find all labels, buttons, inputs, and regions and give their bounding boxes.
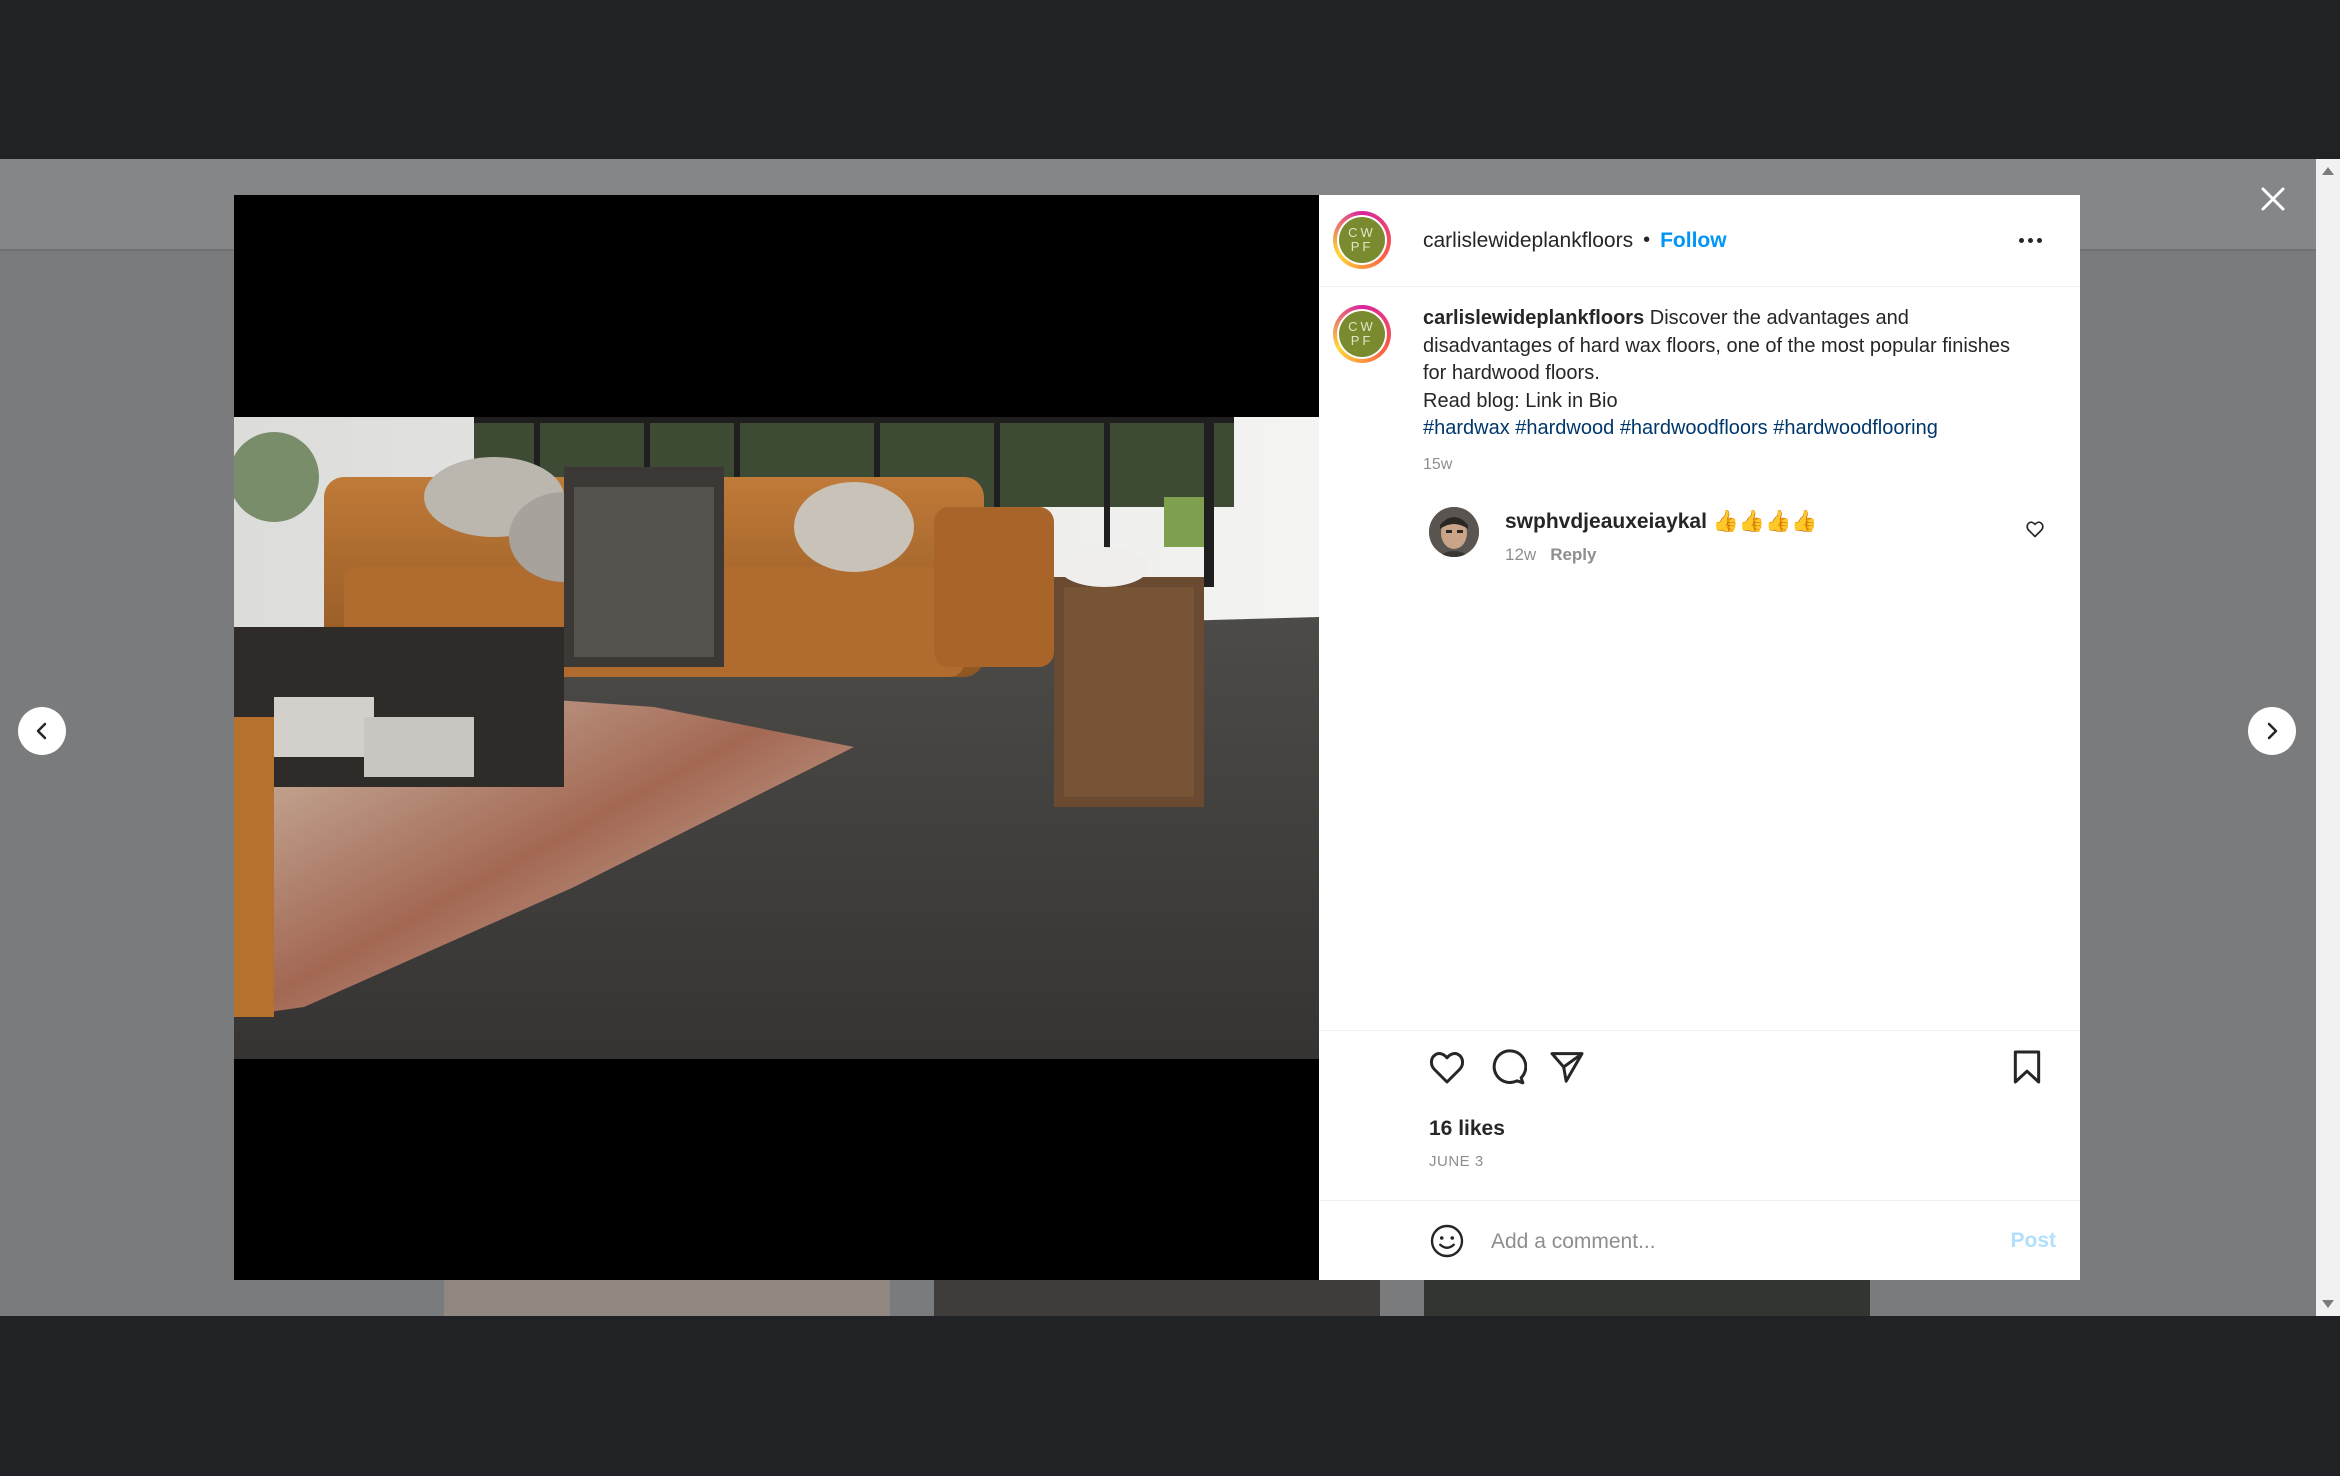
more-horizontal-icon — [2027, 237, 2033, 243]
bookmark-icon — [2013, 1050, 2041, 1084]
comment-like-button[interactable] — [2025, 519, 2045, 539]
chevron-left-icon — [36, 722, 47, 740]
more-horizontal-icon — [2036, 237, 2042, 243]
heart-icon — [2026, 521, 2044, 538]
comment-icon — [1492, 1049, 1528, 1085]
like-button[interactable] — [1427, 1047, 1467, 1087]
caption-author-avatar[interactable]: CW PF — [1333, 305, 1391, 363]
caption-text: carlislewideplankfloors Discover the adv… — [1423, 305, 2013, 478]
comment-item: swphvdjeauxeiaykal 👍👍👍👍 12w Reply — [1319, 507, 2080, 577]
close-button[interactable] — [2256, 182, 2290, 216]
avatar-logo: CW PF — [1339, 217, 1385, 263]
share-button[interactable] — [1547, 1047, 1587, 1087]
commenter-username[interactable]: swphvdjeauxeiaykal — [1505, 510, 1707, 533]
hashtag-link[interactable]: #hardwoodflooring — [1773, 417, 1938, 439]
author-avatar[interactable]: CW PF — [1333, 211, 1391, 269]
comment-text: 👍👍👍👍 — [1706, 510, 1818, 533]
next-post-button[interactable] — [2248, 707, 2296, 755]
comment-line: swphvdjeauxeiaykal 👍👍👍👍 — [1505, 507, 1817, 537]
page-scrollbar[interactable] — [2316, 159, 2340, 1316]
likes-count[interactable]: 16 likes — [1429, 1117, 1505, 1141]
commenter-photo — [1429, 507, 1479, 557]
emoji-button[interactable] — [1429, 1223, 1465, 1259]
post-media[interactable] — [234, 195, 1319, 1280]
caption-hashtags: #hardwax #hardwood #hardwoodfloors #hard… — [1423, 417, 1938, 439]
comment-meta: 12w Reply — [1505, 545, 1817, 565]
avatar-ring-inner: CW PF — [1337, 309, 1387, 359]
heart-icon — [1429, 1052, 1465, 1084]
hashtag-link[interactable]: #hardwoodfloors — [1620, 417, 1768, 439]
background-thumbnail — [934, 1275, 1380, 1316]
hashtag-link[interactable]: #hardwax — [1423, 417, 1510, 439]
comments-section[interactable]: CW PF carlislewideplankfloors Discover t… — [1319, 287, 2080, 925]
caption-blog-line: Read blog: Link in Bio — [1423, 389, 1618, 412]
post-caption: CW PF carlislewideplankfloors Discover t… — [1319, 305, 2080, 478]
avatar-initials-bottom: PF — [1350, 239, 1374, 254]
avatar-initials-bottom: PF — [1350, 333, 1374, 348]
author-username[interactable]: carlislewideplankfloors — [1423, 229, 1633, 253]
chevron-right-icon — [2267, 722, 2278, 740]
reply-button[interactable]: Reply — [1550, 545, 1596, 564]
caption-timestamp[interactable]: 15w — [1423, 451, 2013, 479]
emoji-icon — [1430, 1224, 1464, 1258]
save-button[interactable] — [2007, 1047, 2047, 1087]
comment-input[interactable] — [1489, 1223, 2033, 1261]
avatar-initials-top: CW — [1348, 319, 1376, 334]
share-icon — [1550, 1052, 1584, 1083]
background-thumbnail — [1424, 1275, 1870, 1316]
avatar-initials-top: CW — [1348, 225, 1376, 240]
post-date[interactable]: JUNE 3 — [1429, 1153, 1484, 1170]
follow-button[interactable]: Follow — [1660, 229, 1727, 253]
more-options-button[interactable] — [2010, 229, 2050, 251]
post-modal: CW PF carlislewideplankfloors • Follow C… — [234, 195, 2080, 1280]
add-comment-bar: Post — [1319, 1200, 2080, 1281]
separator-dot: • — [1643, 229, 1651, 251]
post-side-panel: CW PF carlislewideplankfloors • Follow C… — [1319, 195, 2080, 1280]
post-header: CW PF carlislewideplankfloors • Follow — [1319, 195, 2080, 287]
comment-body: swphvdjeauxeiaykal 👍👍👍👍 12w Reply — [1505, 507, 1817, 565]
previous-post-button[interactable] — [18, 707, 66, 755]
more-horizontal-icon — [2018, 237, 2024, 243]
comment-button[interactable] — [1487, 1047, 1528, 1087]
scroll-down-arrow-icon[interactable] — [2322, 1300, 2334, 1308]
avatar-ring-inner: CW PF — [1337, 215, 1387, 265]
actions-divider — [1319, 1030, 2080, 1031]
background-thumbnail — [444, 1275, 890, 1316]
caption-username[interactable]: carlislewideplankfloors — [1423, 307, 1644, 329]
hashtag-link[interactable]: #hardwood — [1515, 417, 1614, 439]
scroll-up-arrow-icon[interactable] — [2322, 167, 2334, 175]
avatar-logo: CW PF — [1339, 311, 1385, 357]
close-icon — [2261, 187, 2285, 211]
comment-timestamp[interactable]: 12w — [1505, 545, 1536, 564]
commenter-avatar[interactable] — [1429, 507, 1479, 557]
post-photo — [234, 417, 1319, 1059]
post-comment-button[interactable]: Post — [2010, 1229, 2056, 1253]
